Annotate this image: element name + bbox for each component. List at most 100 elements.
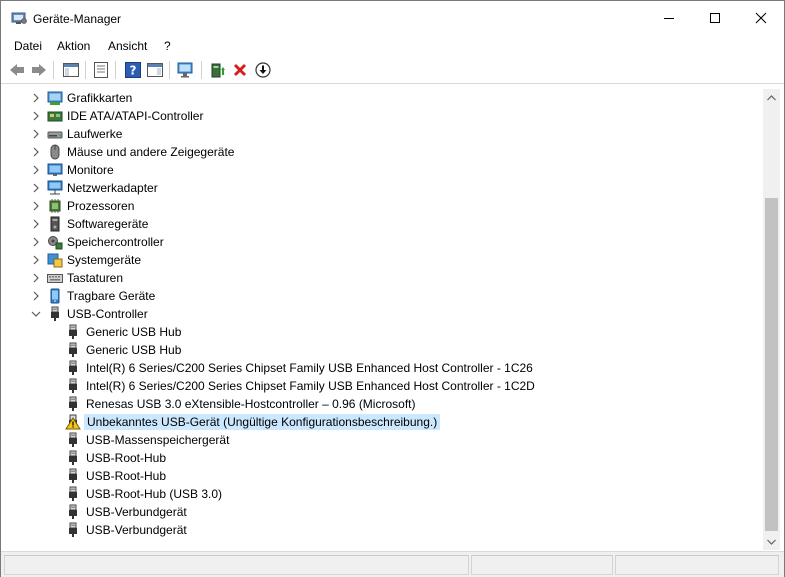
warning-icon xyxy=(65,414,81,430)
tree-item-label: Intel(R) 6 Series/C200 Series Chipset Fa… xyxy=(86,361,533,375)
tree-item-label: Systemgeräte xyxy=(67,253,142,267)
help-icon: ? xyxy=(125,62,141,78)
tree-item-label: Speichercontroller xyxy=(67,235,164,249)
toolbar: ? xyxy=(1,57,784,84)
tree-item-label: USB-Root-Hub (USB 3.0) xyxy=(86,487,223,501)
details-view-button[interactable] xyxy=(145,60,165,80)
usb-device-item[interactable]: USB-Root-Hub xyxy=(5,467,763,485)
tree-item-label: Grafikkarten xyxy=(67,91,133,105)
maximize-button[interactable] xyxy=(692,1,738,35)
tree-item-label: IDE ATA/ATAPI-Controller xyxy=(67,109,204,123)
tree-category-ide-ata-atapi-controller[interactable]: IDE ATA/ATAPI-Controller xyxy=(5,107,763,125)
close-button[interactable] xyxy=(738,1,784,35)
usb-device-item[interactable]: USB-Root-Hub xyxy=(5,449,763,467)
chevron-right-icon[interactable] xyxy=(30,128,42,140)
menu-aktion[interactable]: Aktion xyxy=(56,39,91,53)
tree-category-usb-controller[interactable]: USB-Controller xyxy=(5,305,763,323)
forward-icon xyxy=(32,64,46,76)
menu-datei[interactable]: Datei xyxy=(13,39,43,53)
update-driver-button[interactable] xyxy=(208,60,228,80)
toolbar-separator xyxy=(169,61,170,79)
tree-category-tastaturen[interactable]: Tastaturen xyxy=(5,269,763,287)
status-bar-cell xyxy=(4,555,469,575)
usb-device-item[interactable]: Renesas USB 3.0 eXtensible-Hostcontrolle… xyxy=(5,395,763,413)
tree-item-label: USB-Verbundgerät xyxy=(86,505,187,519)
usb-device-item[interactable]: USB-Root-Hub (USB 3.0) xyxy=(5,485,763,503)
usb-device-item[interactable]: USB-Massenspeichergerät xyxy=(5,431,763,449)
chevron-right-icon[interactable] xyxy=(30,110,42,122)
toolbar-separator xyxy=(85,61,86,79)
tree-item-label: Renesas USB 3.0 eXtensible-Hostcontrolle… xyxy=(86,397,416,411)
usb-plug-icon xyxy=(65,432,81,448)
usb-device-item[interactable]: Unbekanntes USB-Gerät (Ungültige Konfigu… xyxy=(5,413,763,431)
usb-device-item[interactable]: Intel(R) 6 Series/C200 Series Chipset Fa… xyxy=(5,359,763,377)
back-button[interactable] xyxy=(7,60,27,80)
minimize-button[interactable] xyxy=(646,1,692,35)
chevron-right-icon[interactable] xyxy=(30,236,42,248)
usb-plug-icon xyxy=(65,522,81,538)
scroll-up-button[interactable] xyxy=(763,89,780,106)
console-tree-icon xyxy=(63,63,79,77)
properties-button[interactable] xyxy=(91,60,111,80)
tree-category-systemgeräte[interactable]: Systemgeräte xyxy=(5,251,763,269)
tree-category-prozessoren[interactable]: Prozessoren xyxy=(5,197,763,215)
usb-plug-icon xyxy=(65,450,81,466)
tree-category-netzwerkadapter[interactable]: Netzwerkadapter xyxy=(5,179,763,197)
chevron-down-icon[interactable] xyxy=(30,308,42,320)
chevron-right-icon[interactable] xyxy=(30,146,42,158)
chevron-right-icon[interactable] xyxy=(30,182,42,194)
chevron-down-icon xyxy=(767,539,776,545)
properties-icon xyxy=(94,62,108,78)
processor-icon xyxy=(47,198,63,214)
tree-category-tragbare-geräte[interactable]: Tragbare Geräte xyxy=(5,287,763,305)
tree-category-mäuse-und-andere-zeigegeräte[interactable]: Mäuse und andere Zeigegeräte xyxy=(5,143,763,161)
chevron-right-icon[interactable] xyxy=(30,164,42,176)
scroll-down-button[interactable] xyxy=(763,533,780,550)
menu-help[interactable]: ? xyxy=(163,39,172,53)
scrollbar-thumb[interactable] xyxy=(765,198,778,531)
tree-category-monitore[interactable]: Monitore xyxy=(5,161,763,179)
chevron-right-icon[interactable] xyxy=(30,272,42,284)
chevron-right-icon[interactable] xyxy=(30,218,42,230)
network-adapter-icon xyxy=(47,180,63,196)
chevron-right-icon[interactable] xyxy=(30,254,42,266)
usb-plug-icon xyxy=(65,324,81,340)
monitor-icon xyxy=(47,162,63,178)
selected-device-label: Unbekanntes USB-Gerät (Ungültige Konfigu… xyxy=(84,414,441,430)
usb-device-item[interactable]: Generic USB Hub xyxy=(5,341,763,359)
chevron-right-icon[interactable] xyxy=(30,92,42,104)
usb-device-item[interactable]: Intel(R) 6 Series/C200 Series Chipset Fa… xyxy=(5,377,763,395)
menu-bar: Datei Aktion Ansicht ? xyxy=(1,35,784,57)
chevron-right-icon[interactable] xyxy=(30,200,42,212)
close-icon xyxy=(755,12,767,24)
tree-category-softwaregeräte[interactable]: Softwaregeräte xyxy=(5,215,763,233)
show-hide-console-tree-button[interactable] xyxy=(61,60,81,80)
keyboard-icon xyxy=(47,270,63,286)
usb-device-item[interactable]: USB-Verbundgerät xyxy=(5,503,763,521)
disk-drive-icon xyxy=(47,126,63,142)
device-tree[interactable]: Grafikkarten IDE ATA/ATAPI-Controller Lauf… xyxy=(5,86,763,549)
tree-category-speichercontroller[interactable]: Speichercontroller xyxy=(5,233,763,251)
usb-device-item[interactable]: USB-Verbundgerät xyxy=(5,521,763,539)
toolbar-separator xyxy=(53,61,54,79)
tree-category-laufwerke[interactable]: Laufwerke xyxy=(5,125,763,143)
chevron-right-icon[interactable] xyxy=(30,290,42,302)
device-manager-window: Geräte-Manager Datei Aktion Ansicht ? ? … xyxy=(0,0,785,577)
forward-button[interactable] xyxy=(29,60,49,80)
title-bar[interactable]: Geräte-Manager xyxy=(1,1,784,35)
tree-item-label: Tastaturen xyxy=(67,271,124,285)
tree-item-label: Prozessoren xyxy=(67,199,135,213)
tree-category-grafikkarten[interactable]: Grafikkarten xyxy=(5,89,763,107)
help-button[interactable]: ? xyxy=(123,60,143,80)
usb-plug-icon xyxy=(65,342,81,358)
scan-hardware-button[interactable] xyxy=(176,60,196,80)
tree-item-label: USB-Root-Hub xyxy=(86,469,167,483)
menu-ansicht[interactable]: Ansicht xyxy=(107,39,148,53)
usb-device-item[interactable]: Generic USB Hub xyxy=(5,323,763,341)
uninstall-icon xyxy=(233,63,247,77)
chevron-up-icon xyxy=(767,94,776,100)
vertical-scrollbar[interactable] xyxy=(763,89,780,550)
uninstall-button[interactable] xyxy=(230,60,250,80)
enable-device-button[interactable] xyxy=(253,60,273,80)
details-view-icon xyxy=(147,63,163,77)
